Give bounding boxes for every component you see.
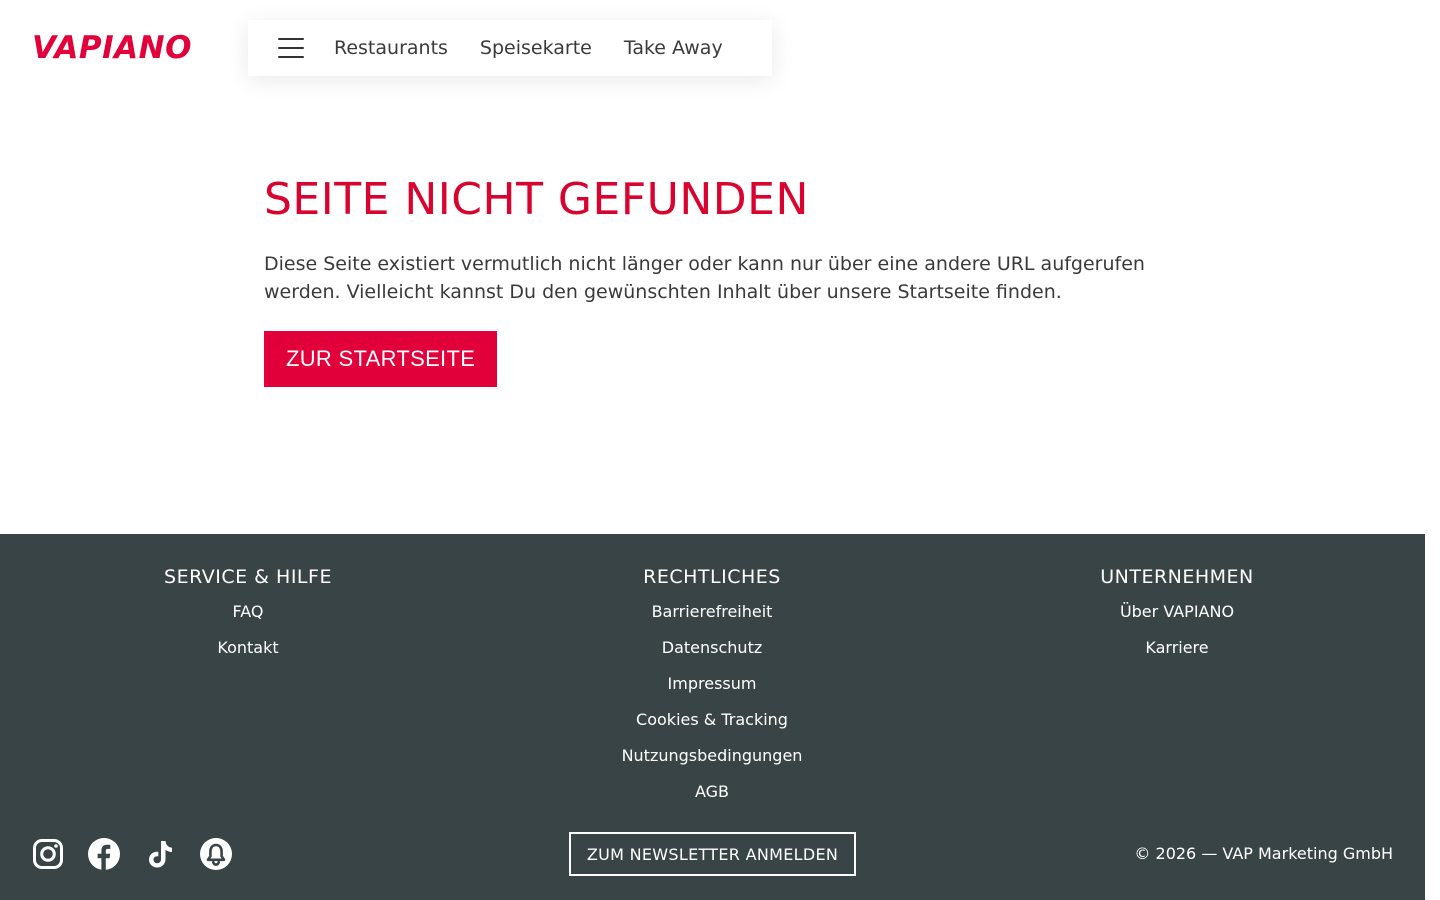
footer-link-karriere[interactable]: Karriere bbox=[977, 630, 1377, 666]
vapiano-logo[interactable]: VAPIANO bbox=[32, 30, 200, 66]
footer-link-agb[interactable]: AGB bbox=[512, 774, 912, 810]
footer: SERVICE & HILFE FAQ Kontakt RECHTLICHES … bbox=[0, 534, 1425, 900]
main-navigation: Restaurants Speisekarte Take Away bbox=[248, 20, 772, 76]
footer-column-service: SERVICE & HILFE FAQ Kontakt bbox=[48, 564, 448, 666]
copyright-text: © 2026 — VAP Marketing GmbH bbox=[1134, 844, 1393, 863]
footer-link-barrierefreiheit[interactable]: Barrierefreiheit bbox=[512, 594, 912, 630]
nav-link-restaurants[interactable]: Restaurants bbox=[334, 37, 448, 59]
error-content: SEITE NICHT GEFUNDEN Diese Seite existie… bbox=[264, 170, 1164, 387]
footer-link-impressum[interactable]: Impressum bbox=[512, 666, 912, 702]
nav-link-speisekarte[interactable]: Speisekarte bbox=[480, 37, 592, 59]
social-links bbox=[32, 836, 256, 872]
facebook-icon[interactable] bbox=[88, 836, 120, 872]
footer-column-company: UNTERNEHMEN Über VAPIANO Karriere bbox=[977, 564, 1377, 666]
home-button[interactable]: ZUR STARTSEITE bbox=[264, 331, 498, 387]
svg-text:VAPIANO: VAPIANO bbox=[32, 30, 192, 66]
footer-link-nutzungsbedingungen[interactable]: Nutzungsbedingungen bbox=[512, 738, 912, 774]
error-description: Diese Seite existiert vermutlich nicht l… bbox=[264, 253, 1145, 303]
footer-link-ueber-vapiano[interactable]: Über VAPIANO bbox=[977, 594, 1377, 630]
page-title: SEITE NICHT GEFUNDEN bbox=[264, 174, 809, 225]
hamburger-menu-icon[interactable] bbox=[278, 38, 304, 58]
footer-link-faq[interactable]: FAQ bbox=[48, 594, 448, 630]
footer-heading-legal: RECHTLICHES bbox=[643, 566, 781, 588]
footer-heading-company: UNTERNEHMEN bbox=[1100, 566, 1254, 588]
footer-column-legal: RECHTLICHES Barrierefreiheit Datenschutz… bbox=[512, 564, 912, 810]
footer-link-kontakt[interactable]: Kontakt bbox=[48, 630, 448, 666]
app-bell-icon[interactable] bbox=[200, 836, 232, 872]
tiktok-icon[interactable] bbox=[144, 836, 176, 872]
instagram-icon[interactable] bbox=[32, 836, 64, 872]
footer-heading-service: SERVICE & HILFE bbox=[164, 566, 332, 588]
newsletter-button[interactable]: ZUM NEWSLETTER ANMELDEN bbox=[569, 832, 856, 876]
footer-link-cookies[interactable]: Cookies & Tracking bbox=[512, 702, 912, 738]
footer-link-datenschutz[interactable]: Datenschutz bbox=[512, 630, 912, 666]
nav-link-take-away[interactable]: Take Away bbox=[624, 37, 723, 59]
